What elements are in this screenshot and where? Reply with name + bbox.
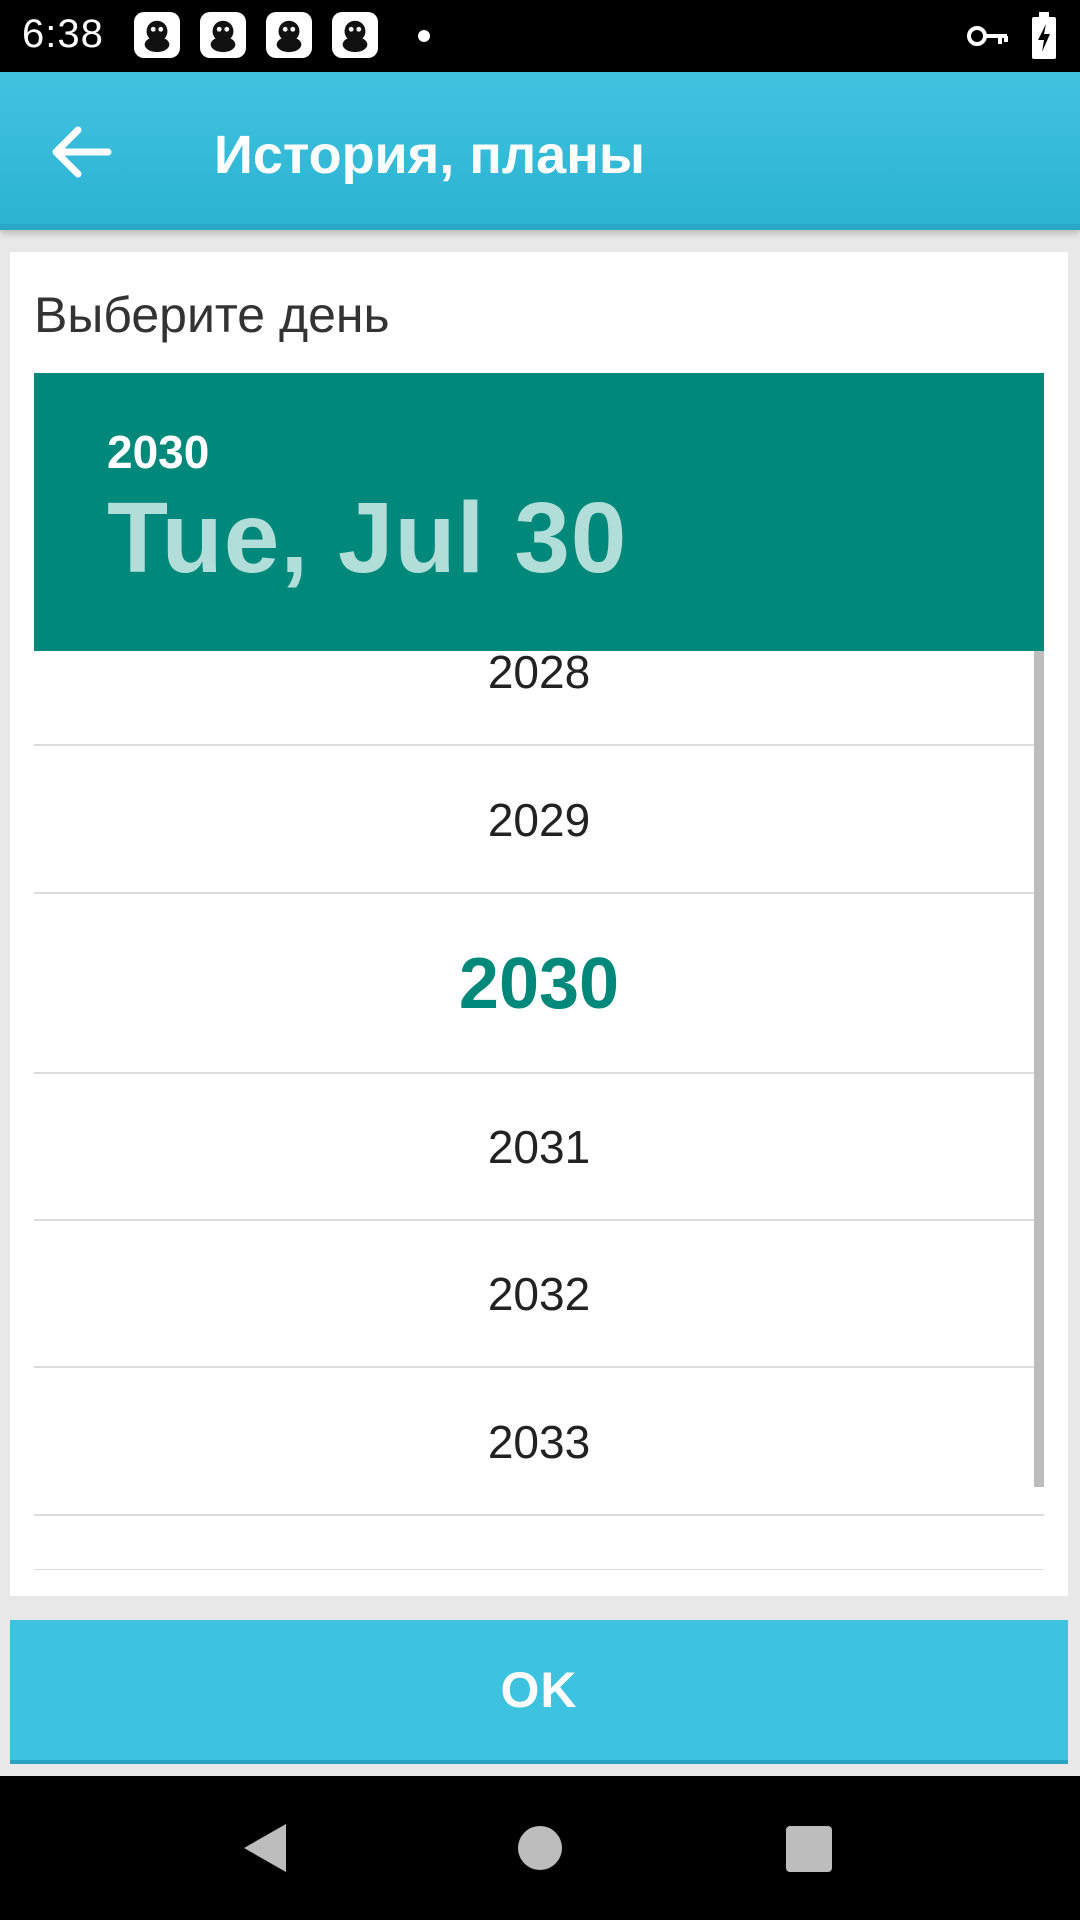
year-item[interactable]: 2031: [34, 1074, 1044, 1221]
key-icon: [967, 26, 1008, 46]
scrollbar[interactable]: [1034, 651, 1044, 1487]
date-picker-header: 2030 Tue, Jul 30: [34, 373, 1044, 651]
navigation-bar: [0, 1776, 1080, 1920]
nav-back-icon[interactable]: [240, 1820, 290, 1876]
app-bar: История, планы: [0, 72, 1080, 230]
app-notification-icon: [134, 12, 180, 58]
year-item-selected[interactable]: 2030: [34, 894, 1044, 1074]
more-notifications-dot-icon: [418, 30, 430, 42]
year-item[interactable]: 2032: [34, 1221, 1044, 1368]
year-item[interactable]: 2029: [34, 746, 1044, 894]
header-date[interactable]: Tue, Jul 30: [107, 481, 627, 596]
year-item[interactable]: 2033: [34, 1368, 1044, 1516]
app-notification-icon: [200, 12, 246, 58]
page-title: История, планы: [214, 125, 645, 185]
nav-home-icon[interactable]: [518, 1826, 562, 1870]
status-bar: 6:38: [0, 0, 1080, 72]
battery-charging-icon: [1032, 12, 1056, 59]
ok-button[interactable]: OK: [10, 1620, 1068, 1764]
dialog-title: Выберите день: [34, 287, 390, 343]
year-item[interactable]: [34, 1516, 1044, 1570]
year-list[interactable]: 2028 2029 2030 2031 2032 2033: [34, 651, 1044, 1570]
nav-recents-icon[interactable]: [786, 1826, 832, 1872]
arrow-back-icon[interactable]: [48, 122, 116, 182]
date-picker-dialog: Выберите день 2030 Tue, Jul 30 2028 2029…: [10, 252, 1068, 1596]
app-notification-icon: [332, 12, 378, 58]
year-item[interactable]: 2028: [34, 651, 1044, 746]
app-notification-icon: [266, 12, 312, 58]
status-time: 6:38: [22, 12, 104, 56]
header-year[interactable]: 2030: [107, 425, 209, 479]
